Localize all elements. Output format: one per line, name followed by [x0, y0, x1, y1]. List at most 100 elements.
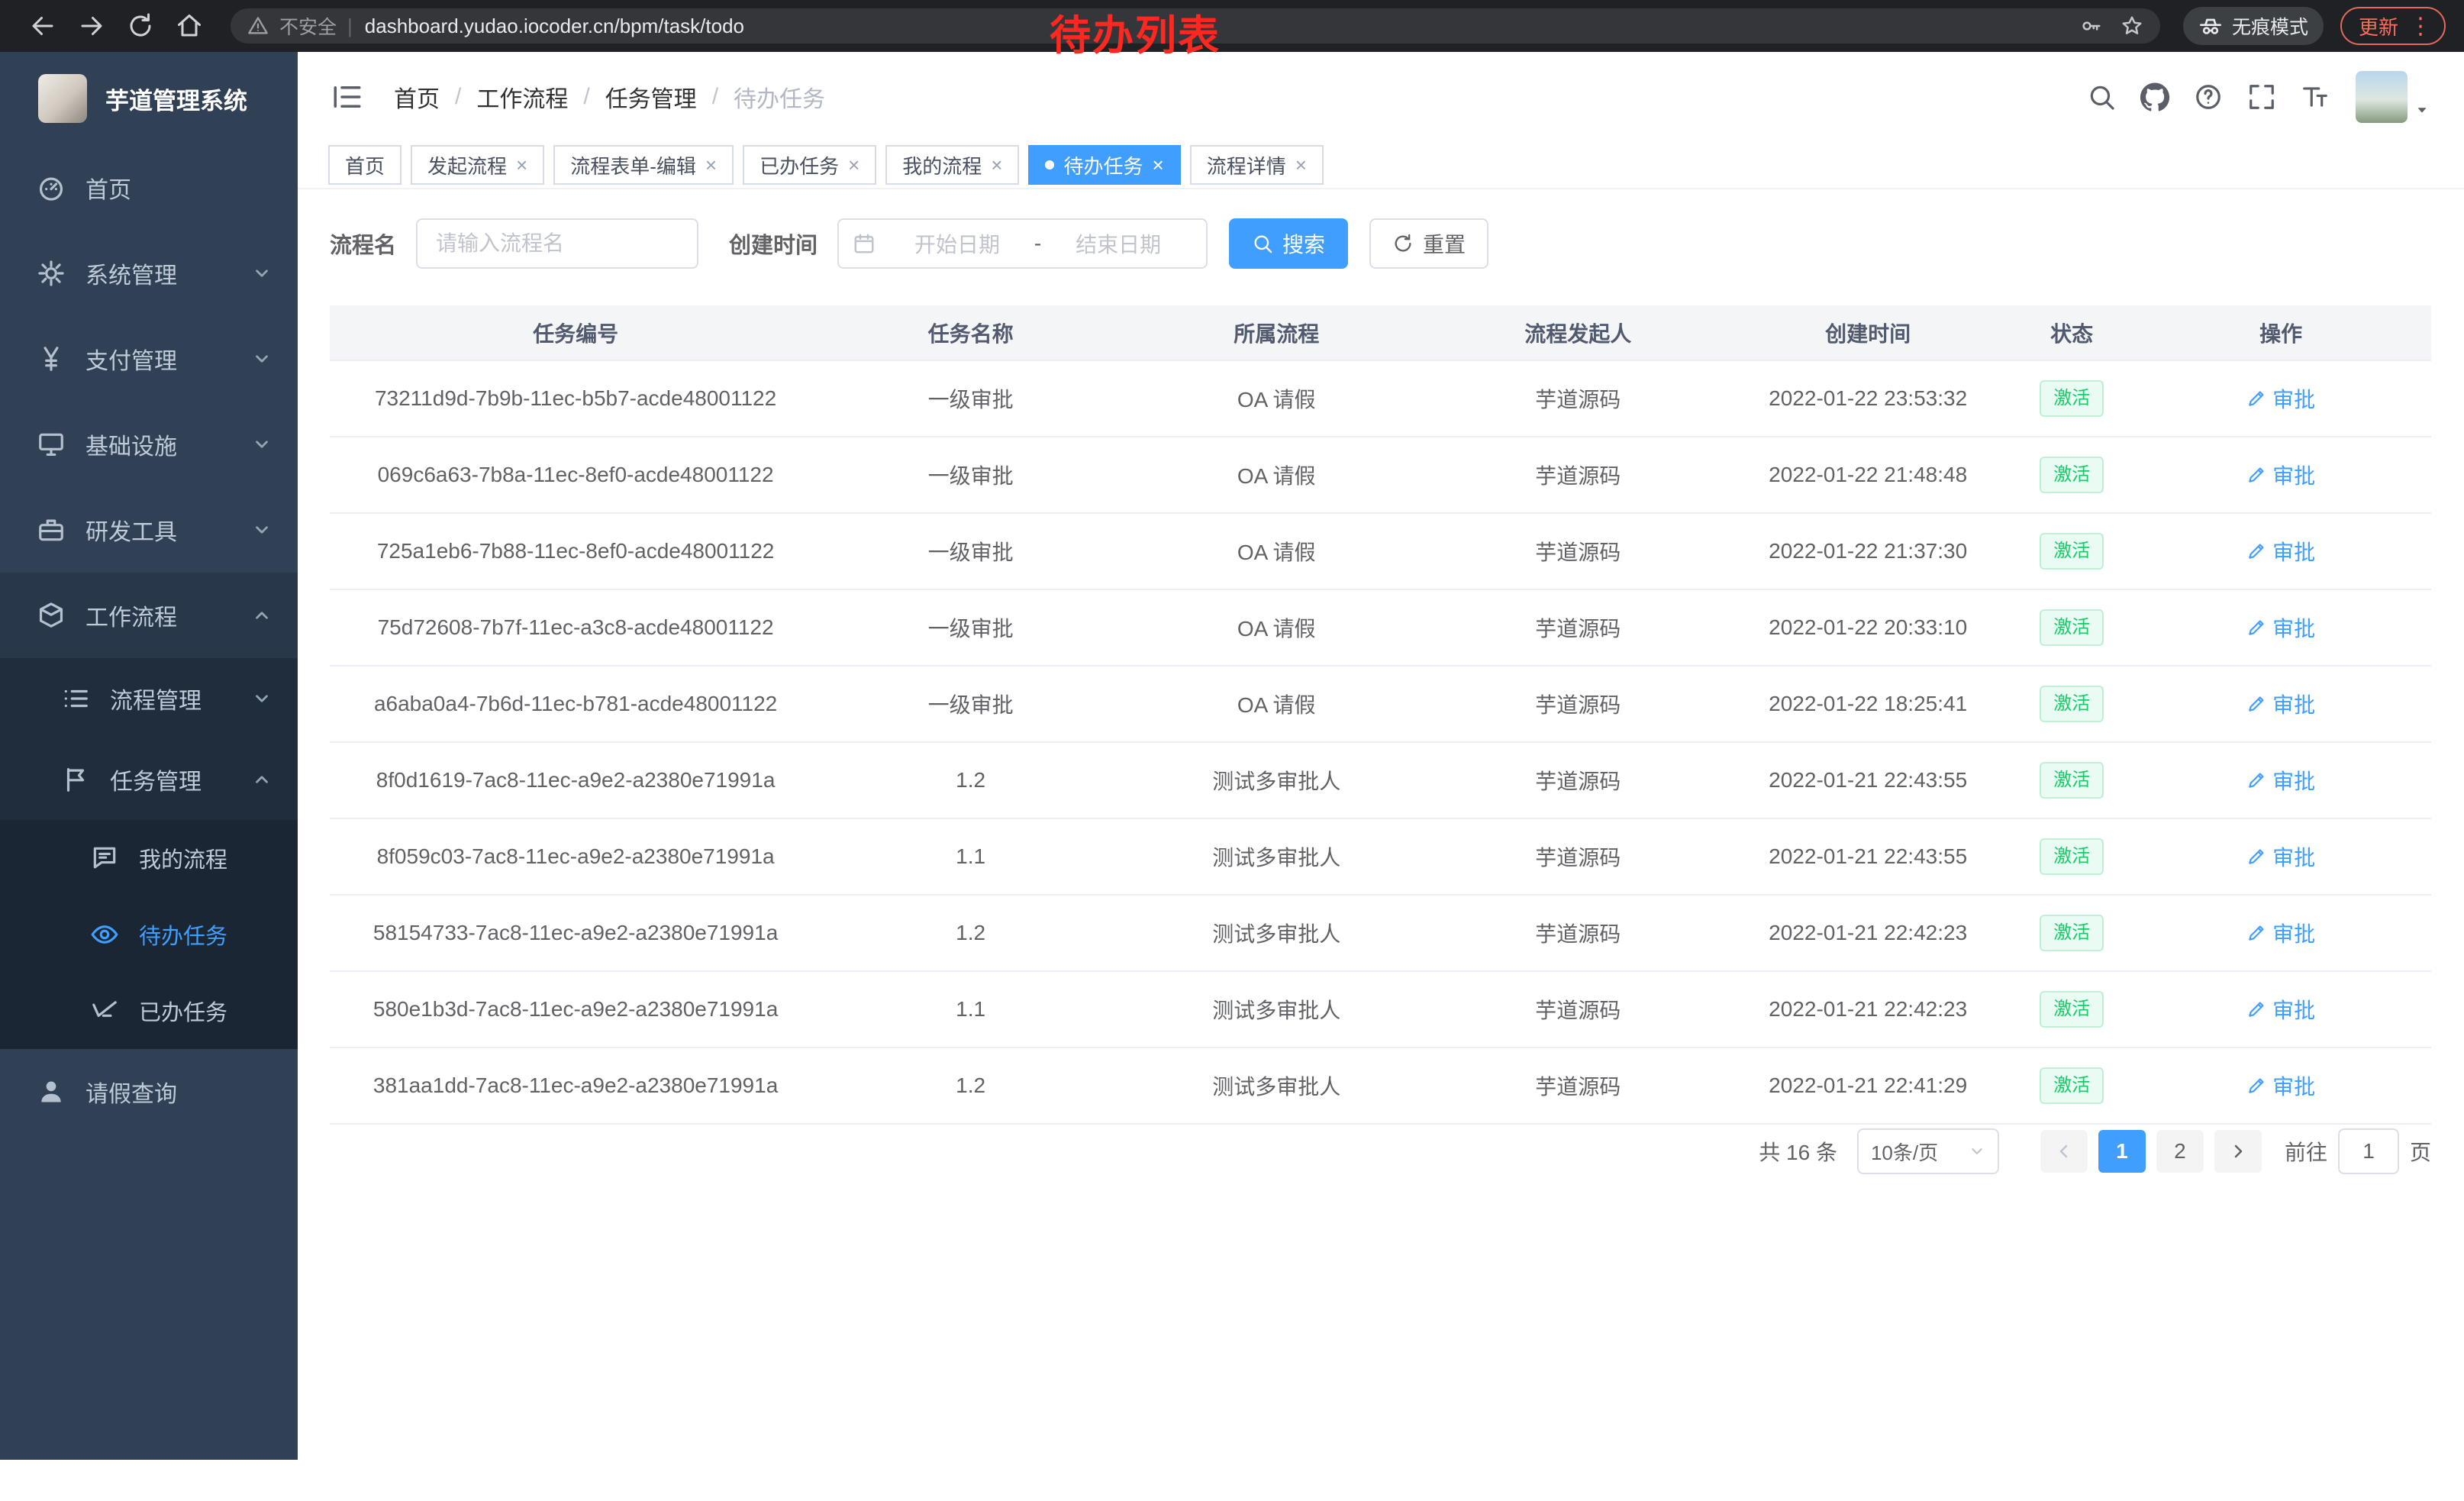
- start-date-placeholder[interactable]: 开始日期: [883, 228, 1031, 259]
- cell-task-name: 1.2: [821, 742, 1120, 818]
- approve-link[interactable]: 审批: [2246, 689, 2315, 719]
- tab-4[interactable]: 我的流程×: [885, 145, 1019, 185]
- cell-task-id: 58154733-7ac8-11ec-a9e2-a2380e71991a: [330, 895, 821, 971]
- table-row: 8f0d1619-7ac8-11ec-a9e2-a2380e71991a1.2测…: [330, 742, 2431, 818]
- sidebar-item-infrastructure[interactable]: 基础设施: [0, 402, 298, 487]
- approve-link[interactable]: 审批: [2246, 383, 2315, 414]
- eye-icon: [90, 920, 119, 949]
- tab-label: 流程详情: [1207, 151, 1286, 179]
- sidebar-item-task-management[interactable]: 任务管理: [0, 739, 298, 820]
- sidebar-item-done-tasks[interactable]: 已办任务: [0, 973, 298, 1049]
- sidebar-item-devtools[interactable]: 研发工具: [0, 487, 298, 573]
- approve-link[interactable]: 审批: [2246, 460, 2315, 490]
- tab-close-icon[interactable]: ×: [516, 155, 527, 175]
- cell-task-name: 1.1: [821, 971, 1120, 1047]
- main-content: 流程名 创建时间 开始日期 - 结束日期 搜索 重置: [298, 189, 2464, 1501]
- bookmark-star-icon[interactable]: [2121, 15, 2143, 37]
- table-row: 069c6a63-7b8a-11ec-8ef0-acde48001122一级审批…: [330, 437, 2431, 513]
- tab-3[interactable]: 已办任务×: [743, 145, 876, 185]
- sidebar-collapse-icon[interactable]: [331, 81, 363, 113]
- approve-link[interactable]: 审批: [2246, 612, 2315, 643]
- home-icon[interactable]: [176, 12, 203, 40]
- table-row: 580e1b3d-7ac8-11ec-a9e2-a2380e71991a1.1测…: [330, 971, 2431, 1047]
- sidebar-item-label: 已办任务: [139, 995, 227, 1027]
- tab-1[interactable]: 发起流程×: [411, 145, 544, 185]
- table-row: 8f059c03-7ac8-11ec-a9e2-a2380e71991a1.1测…: [330, 818, 2431, 895]
- sidebar-item-leave-query[interactable]: 请假查询: [0, 1049, 298, 1135]
- breadcrumb-item[interactable]: 首页: [394, 80, 440, 114]
- sidebar-item-home[interactable]: 首页: [0, 145, 298, 231]
- page-button-1[interactable]: 1: [2098, 1130, 2146, 1173]
- tab-2[interactable]: 流程表单-编辑×: [553, 145, 734, 185]
- github-icon[interactable]: [2140, 82, 2169, 111]
- fullscreen-icon[interactable]: [2247, 82, 2276, 111]
- approve-link[interactable]: 审批: [2246, 1070, 2315, 1101]
- approve-link[interactable]: 审批: [2246, 994, 2315, 1025]
- sidebar-item-system[interactable]: 系统管理: [0, 231, 298, 316]
- approve-link[interactable]: 审批: [2246, 765, 2315, 796]
- password-key-icon[interactable]: [2079, 15, 2102, 37]
- process-name-input[interactable]: [416, 218, 698, 269]
- update-button[interactable]: 更新 ⋮: [2340, 7, 2446, 45]
- status-badge: 激活: [2040, 991, 2104, 1028]
- status-badge: 激活: [2040, 609, 2104, 647]
- approve-link[interactable]: 审批: [2246, 841, 2315, 872]
- logo-image: [38, 74, 87, 123]
- cell-initiator: 芋道源码: [1433, 971, 1723, 1047]
- sidebar-item-payment[interactable]: 支付管理: [0, 316, 298, 402]
- date-range-picker[interactable]: 开始日期 - 结束日期: [837, 218, 1208, 269]
- help-icon[interactable]: [2194, 82, 2223, 111]
- breadcrumb-item[interactable]: 任务管理: [605, 80, 697, 114]
- approve-link[interactable]: 审批: [2246, 918, 2315, 948]
- tab-close-icon[interactable]: ×: [1295, 155, 1307, 175]
- page-button-2[interactable]: 2: [2156, 1130, 2204, 1173]
- goto-label: 前往: [2285, 1136, 2327, 1167]
- search-icon[interactable]: [2087, 82, 2116, 111]
- logo-title: 芋道管理系统: [105, 82, 247, 116]
- cell-status: 激活: [2013, 437, 2130, 513]
- navbar: 首页 / 工作流程 / 任务管理 / 待办任务: [298, 52, 2464, 142]
- end-date-placeholder[interactable]: 结束日期: [1044, 228, 1192, 259]
- edit-icon: [2246, 465, 2266, 485]
- search-button[interactable]: 搜索: [1229, 218, 1348, 269]
- approve-link[interactable]: 审批: [2246, 536, 2315, 567]
- sidebar-item-label: 流程管理: [110, 682, 202, 715]
- breadcrumb-item[interactable]: 工作流程: [476, 80, 568, 114]
- font-size-icon[interactable]: [2301, 82, 2330, 111]
- cell-status: 激活: [2013, 513, 2130, 589]
- page-size-select[interactable]: 10条/页: [1857, 1128, 1999, 1174]
- reset-button[interactable]: 重置: [1369, 218, 1488, 269]
- sidebar-item-process-management[interactable]: 流程管理: [0, 658, 298, 739]
- tab-5[interactable]: 待办任务×: [1028, 145, 1180, 185]
- sidebar-item-workflow[interactable]: 工作流程: [0, 573, 298, 658]
- range-separator: -: [1031, 231, 1044, 256]
- chevron-down-icon: [252, 263, 272, 283]
- tab-close-icon[interactable]: ×: [848, 155, 859, 175]
- tab-close-icon[interactable]: ×: [705, 155, 717, 175]
- sidebar-item-label: 待办任务: [139, 918, 227, 951]
- tab-0[interactable]: 首页: [328, 145, 402, 185]
- incognito-icon: [2198, 14, 2223, 38]
- browser-menu-icon[interactable]: ⋮: [2409, 13, 2432, 40]
- table-row: 725a1eb6-7b88-11ec-8ef0-acde48001122一级审批…: [330, 513, 2431, 589]
- url-text[interactable]: dashboard.yudao.iocoder.cn/bpm/task/todo: [365, 15, 744, 38]
- tab-6[interactable]: 流程详情 ×: [1190, 145, 1324, 185]
- sidebar-item-todo-tasks[interactable]: 待办任务: [0, 896, 298, 973]
- tab-close-icon[interactable]: ×: [1153, 155, 1164, 175]
- logo-row[interactable]: 芋道管理系统: [0, 52, 298, 145]
- tab-close-icon[interactable]: ×: [991, 155, 1002, 175]
- sidebar-item-my-process[interactable]: 我的流程: [0, 820, 298, 896]
- chevron-down-icon: [252, 349, 272, 369]
- back-icon[interactable]: [29, 12, 56, 40]
- security-label[interactable]: 不安全: [279, 12, 337, 40]
- reload-icon[interactable]: [127, 12, 154, 40]
- forward-icon[interactable]: [78, 12, 105, 40]
- avatar[interactable]: [2356, 71, 2408, 123]
- prev-page-button[interactable]: [2040, 1130, 2088, 1173]
- goto-page-input[interactable]: [2338, 1128, 2399, 1174]
- avatar-caret-icon[interactable]: [2414, 102, 2430, 118]
- navbar-actions: [2062, 71, 2430, 123]
- next-page-button[interactable]: [2214, 1130, 2262, 1173]
- update-label[interactable]: 更新: [2359, 12, 2398, 40]
- cell-created: 2022-01-22 21:48:48: [1723, 437, 2013, 513]
